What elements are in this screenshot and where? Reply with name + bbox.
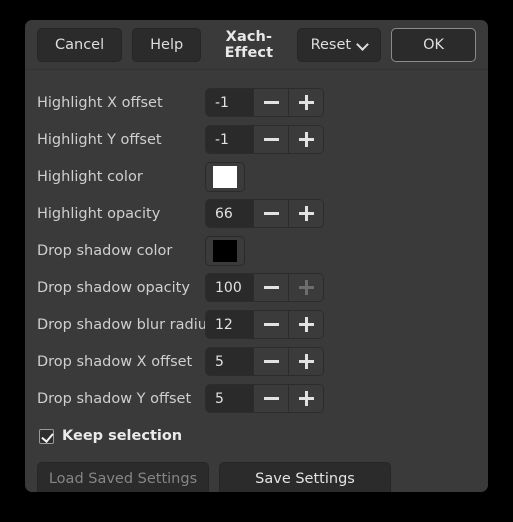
spinner-decrement-button[interactable] xyxy=(253,200,288,227)
spinner-input[interactable]: -1 xyxy=(206,126,253,153)
reset-button-label: Reset xyxy=(310,36,352,53)
minus-icon xyxy=(263,280,279,295)
color-swatch-button[interactable] xyxy=(205,161,245,192)
dialog-header: Cancel Help Xach-Effect Reset OK xyxy=(25,20,488,70)
keep-selection-checkbox[interactable] xyxy=(39,428,54,444)
settings-buttons-row: Load Saved Settings Save Settings xyxy=(37,462,476,492)
minus-icon xyxy=(263,132,279,147)
minus-icon xyxy=(263,206,279,221)
plus-icon xyxy=(298,280,314,295)
parameter-label: Drop shadow Y offset xyxy=(37,390,192,407)
spinner-input[interactable]: 66 xyxy=(206,200,253,227)
keep-selection-checkbox-row[interactable]: Keep selection xyxy=(37,420,476,452)
parameter-row: Highlight Y offset -1 xyxy=(37,121,476,158)
spinner-increment-button[interactable] xyxy=(288,89,323,116)
spinner-decrement-button[interactable] xyxy=(253,311,288,338)
parameter-label: Highlight color xyxy=(37,168,143,185)
parameter-row: Drop shadow Y offset 5 xyxy=(37,380,476,417)
spinner: 100 xyxy=(205,273,324,302)
parameter-row: Drop shadow color xyxy=(37,232,476,269)
parameter-row: Drop shadow opacity 100 xyxy=(37,269,476,306)
spinner-decrement-button[interactable] xyxy=(253,274,288,301)
cancel-button-label: Cancel xyxy=(55,36,105,53)
plus-icon xyxy=(298,132,314,147)
spinner-decrement-button[interactable] xyxy=(253,348,288,375)
parameter-row: Drop shadow X offset 5 xyxy=(37,343,476,380)
spinner-input[interactable]: 12 xyxy=(206,311,253,338)
spinner: 12 xyxy=(205,310,324,339)
cancel-button[interactable]: Cancel xyxy=(37,27,123,62)
spinner: 5 xyxy=(205,384,324,413)
spinner: 5 xyxy=(205,347,324,376)
save-settings-button[interactable]: Save Settings xyxy=(219,462,391,492)
color-swatch-button[interactable] xyxy=(205,235,245,266)
dialog-body: Highlight X offset -1 Highlight Y offset -1… xyxy=(25,70,488,492)
plus-icon xyxy=(298,206,314,221)
ok-button[interactable]: OK xyxy=(391,27,476,62)
spinner-increment-button[interactable] xyxy=(288,385,323,412)
color-swatch xyxy=(213,239,237,262)
spinner-input[interactable]: 100 xyxy=(206,274,253,301)
minus-icon xyxy=(263,95,279,110)
save-settings-label: Save Settings xyxy=(255,470,355,487)
spinner-increment-button xyxy=(288,274,323,301)
reset-dropdown-button[interactable]: Reset xyxy=(296,27,382,62)
parameter-label: Drop shadow color xyxy=(37,242,173,259)
parameter-label: Drop shadow blur radius xyxy=(37,316,215,333)
parameter-label: Highlight X offset xyxy=(37,94,163,111)
spinner: 66 xyxy=(205,199,324,228)
spinner-decrement-button[interactable] xyxy=(253,126,288,153)
parameter-label: Highlight opacity xyxy=(37,205,161,222)
parameter-label: Drop shadow opacity xyxy=(37,279,190,296)
spinner-input[interactable]: -1 xyxy=(206,89,253,116)
help-button[interactable]: Help xyxy=(132,27,202,62)
spinner-increment-button[interactable] xyxy=(288,348,323,375)
ok-button-label: OK xyxy=(423,36,444,53)
chevron-down-icon xyxy=(358,39,369,50)
parameter-row: Highlight color xyxy=(37,158,476,195)
xach-effect-dialog: Cancel Help Xach-Effect Reset OK Highlig… xyxy=(25,20,488,492)
spinner-decrement-button[interactable] xyxy=(253,89,288,116)
color-swatch xyxy=(213,165,237,188)
parameter-row: Highlight X offset -1 xyxy=(37,84,476,121)
parameter-label: Highlight Y offset xyxy=(37,131,162,148)
minus-icon xyxy=(263,354,279,369)
spinner-input[interactable]: 5 xyxy=(206,348,253,375)
load-saved-settings-button[interactable]: Load Saved Settings xyxy=(37,462,209,492)
minus-icon xyxy=(263,317,279,332)
parameter-row: Highlight opacity 66 xyxy=(37,195,476,232)
plus-icon xyxy=(298,95,314,110)
minus-icon xyxy=(263,391,279,406)
help-button-label: Help xyxy=(150,36,184,53)
parameter-rows: Highlight X offset -1 Highlight Y offset -1… xyxy=(37,84,476,417)
parameter-label: Drop shadow X offset xyxy=(37,353,193,370)
dialog-title: Xach-Effect xyxy=(224,28,274,61)
spinner: -1 xyxy=(205,88,324,117)
spinner-increment-button[interactable] xyxy=(288,200,323,227)
keep-selection-label: Keep selection xyxy=(62,428,183,444)
spinner-increment-button[interactable] xyxy=(288,126,323,153)
spinner-decrement-button[interactable] xyxy=(253,385,288,412)
load-saved-settings-label: Load Saved Settings xyxy=(48,470,198,487)
plus-icon xyxy=(298,391,314,406)
plus-icon xyxy=(298,354,314,369)
plus-icon xyxy=(298,317,314,332)
parameter-row: Drop shadow blur radius 12 xyxy=(37,306,476,343)
spinner-input[interactable]: 5 xyxy=(206,385,253,412)
spinner-increment-button[interactable] xyxy=(288,311,323,338)
spinner: -1 xyxy=(205,125,324,154)
